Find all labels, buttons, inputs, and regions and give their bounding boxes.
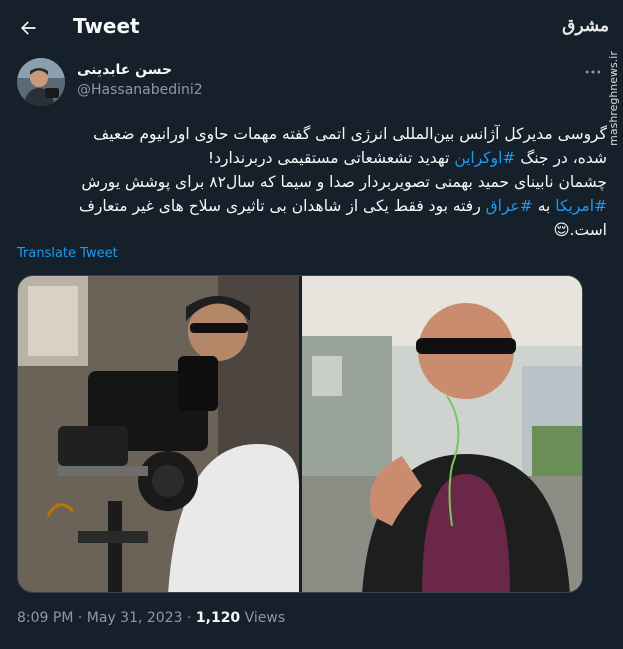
page-title: Tweet [73,14,140,38]
author-handle[interactable]: @Hassanabedini2 [77,82,203,98]
watermark-site: mashreghnews.ir [607,51,621,146]
tweet-photo-cameraman[interactable] [18,276,299,592]
tweet-header: Tweet [0,0,623,56]
avatar[interactable] [17,58,65,106]
translate-tweet-link[interactable]: Translate Tweet [17,246,118,261]
views-count: 1,120 [195,610,241,626]
tweet-media [17,275,583,593]
author-display-name[interactable]: حسن عابدینی [77,62,172,78]
tweet-line: #امریکا به #عراق رفته بود فقط یکی از شاه… [78,197,607,215]
tweet-photo-portrait[interactable] [301,276,582,592]
tweet-date[interactable]: May 31, 2023 [87,610,183,626]
more-options-button[interactable] [579,62,607,82]
more-dots-icon [585,70,601,74]
hashtag-link[interactable]: #عراق [486,197,533,215]
tweet-line: چشمان نابینای حمید بهمنی تصویربردار صدا … [81,173,607,191]
tweet-line: است.😌 [553,221,607,239]
tweet-time[interactable]: 8:09 PM [17,610,73,626]
back-button[interactable] [12,12,44,44]
relieved-face-emoji: 😌 [553,221,570,239]
arrow-left-icon [21,21,36,35]
tweet-line: شده، در جنگ #اوکراین تهدید تشعشعاتی مستق… [207,149,607,167]
watermark-logo: مشرق [562,16,609,36]
hashtag-link[interactable]: #اوکراین [454,149,515,167]
tweet-line: گروسی مدیرکل آژانس بین‌المللی انرژی اتمی… [93,125,607,143]
tweet-text: گروسی مدیرکل آژانس بین‌المللی انرژی اتمی… [17,122,607,242]
hashtag-link[interactable]: #امریکا [555,197,607,215]
views-label: Views [240,610,286,626]
tweet-meta: 8:09 PM · May 31, 2023 · 1,120 Views [17,610,286,626]
author-row: حسن عابدینی @Hassanabedini2 [17,58,607,108]
